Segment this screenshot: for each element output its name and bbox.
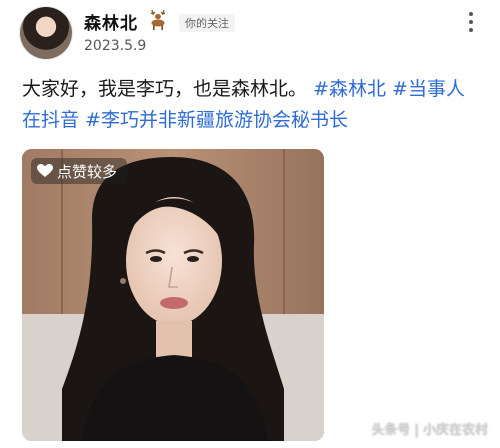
hashtag-link[interactable]: #森林北 xyxy=(313,78,386,100)
likes-badge-label: 点赞较多 xyxy=(57,162,118,181)
follow-status: 你的关注 xyxy=(179,14,235,32)
watermark: 头条号 | 小庆在农村 xyxy=(371,423,488,438)
username[interactable]: 森林北 xyxy=(84,9,138,34)
deer-icon xyxy=(150,9,166,30)
post-body: 大家好，我是李巧，也是森林北。 #森林北 #当事人在抖音 #李巧并非新疆旅游协会… xyxy=(22,74,482,136)
video-thumbnail xyxy=(22,149,324,441)
dot-icon xyxy=(469,20,473,24)
hashtag-link[interactable]: #李巧并非新疆旅游协会秘书长 xyxy=(85,109,348,131)
likes-badge: 点赞较多 xyxy=(31,158,128,184)
avatar[interactable] xyxy=(20,7,72,59)
dot-icon xyxy=(469,12,473,16)
heart-icon xyxy=(37,164,53,177)
post-date: 2023.5.9 xyxy=(84,38,147,54)
post-header: 森林北 你的关注 2023.5.9 xyxy=(0,0,500,64)
post-intro-text: 大家好，我是李巧，也是森林北。 xyxy=(22,78,308,100)
more-options-button[interactable] xyxy=(462,8,480,36)
video-card[interactable]: 点赞较多 xyxy=(22,149,324,441)
dot-icon xyxy=(469,28,473,32)
